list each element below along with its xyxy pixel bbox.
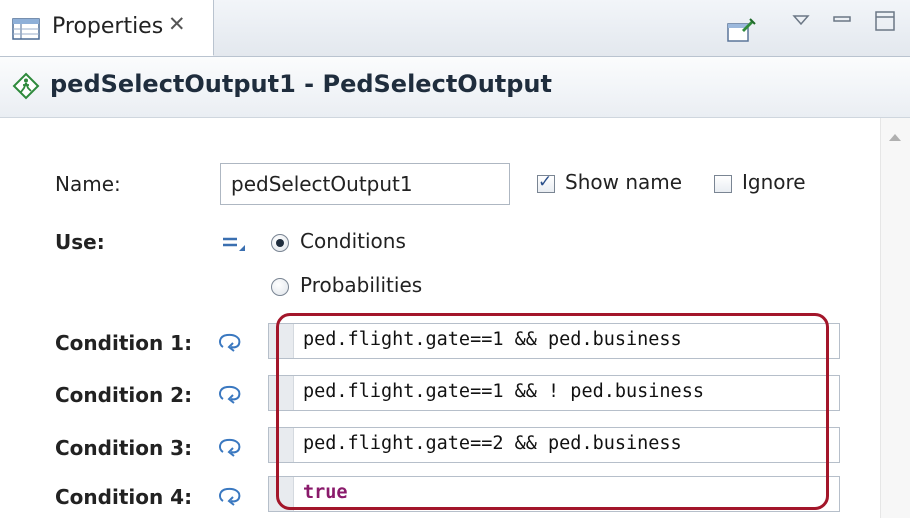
condition-3-input[interactable]: ped.flight.gate==2 && ped.business: [268, 427, 840, 463]
tab-label: Properties: [52, 14, 164, 39]
condition-3-label: Condition 3:: [55, 436, 193, 460]
show-name-label: Show name: [565, 170, 683, 194]
code-gutter: [269, 477, 294, 511]
maximize-icon[interactable]: [874, 10, 896, 36]
condition-1-input[interactable]: ped.flight.gate==1 && ped.business: [268, 323, 840, 359]
code-field-toggle-icon[interactable]: [217, 437, 243, 463]
code-gutter: [269, 376, 294, 410]
condition-1-label: Condition 1:: [55, 331, 193, 355]
condition-1-code: ped.flight.gate==1 && ped.business: [303, 329, 682, 350]
condition-4-code: true: [303, 482, 348, 503]
code-field-toggle-icon[interactable]: [217, 486, 243, 512]
radio-conditions-label: Conditions: [300, 229, 406, 253]
radio-selected-dot: [276, 239, 284, 247]
condition-3-code: ped.flight.gate==2 && ped.business: [303, 433, 682, 454]
pin-view-icon[interactable]: [726, 18, 756, 48]
condition-4-label: Condition 4:: [55, 485, 193, 509]
minimize-icon[interactable]: [832, 12, 852, 31]
checkmark-icon: ✓: [538, 172, 553, 192]
name-label: Name:: [55, 172, 121, 196]
code-field-toggle-icon[interactable]: [217, 332, 243, 358]
code-field-toggle-icon[interactable]: [217, 384, 243, 410]
code-gutter: [269, 428, 294, 462]
view-tab-bar: Properties ✕: [0, 0, 910, 57]
show-name-checkbox[interactable]: ✓: [537, 172, 555, 193]
close-icon[interactable]: ✕: [168, 12, 186, 36]
code-gutter: [269, 324, 294, 358]
page-title: pedSelectOutput1 - PedSelectOutput: [50, 70, 552, 98]
ignore-checkbox[interactable]: [714, 175, 732, 193]
properties-icon: [12, 18, 40, 44]
ignore-label: Ignore: [742, 170, 806, 194]
radio-conditions[interactable]: [271, 234, 289, 252]
scroll-up-arrow-icon[interactable]: [889, 134, 901, 141]
vertical-scrollbar[interactable]: [880, 118, 910, 518]
properties-header: pedSelectOutput1 - PedSelectOutput: [0, 57, 910, 118]
radio-probabilities[interactable]: [271, 278, 289, 296]
condition-2-code: ped.flight.gate==1 && ! ped.business: [303, 381, 704, 402]
condition-2-label: Condition 2:: [55, 383, 193, 407]
use-label: Use:: [55, 230, 105, 254]
condition-4-input[interactable]: true: [268, 476, 840, 512]
condition-2-input[interactable]: ped.flight.gate==1 && ! ped.business: [268, 375, 840, 411]
radio-probabilities-label: Probabilities: [300, 273, 423, 297]
view-menu-icon[interactable]: [792, 12, 810, 31]
static-value-toggle-icon[interactable]: [221, 233, 247, 257]
tab-properties[interactable]: Properties ✕: [0, 0, 214, 56]
ped-select-output-icon: [12, 72, 40, 104]
name-input[interactable]: pedSelectOutput1: [220, 163, 510, 205]
